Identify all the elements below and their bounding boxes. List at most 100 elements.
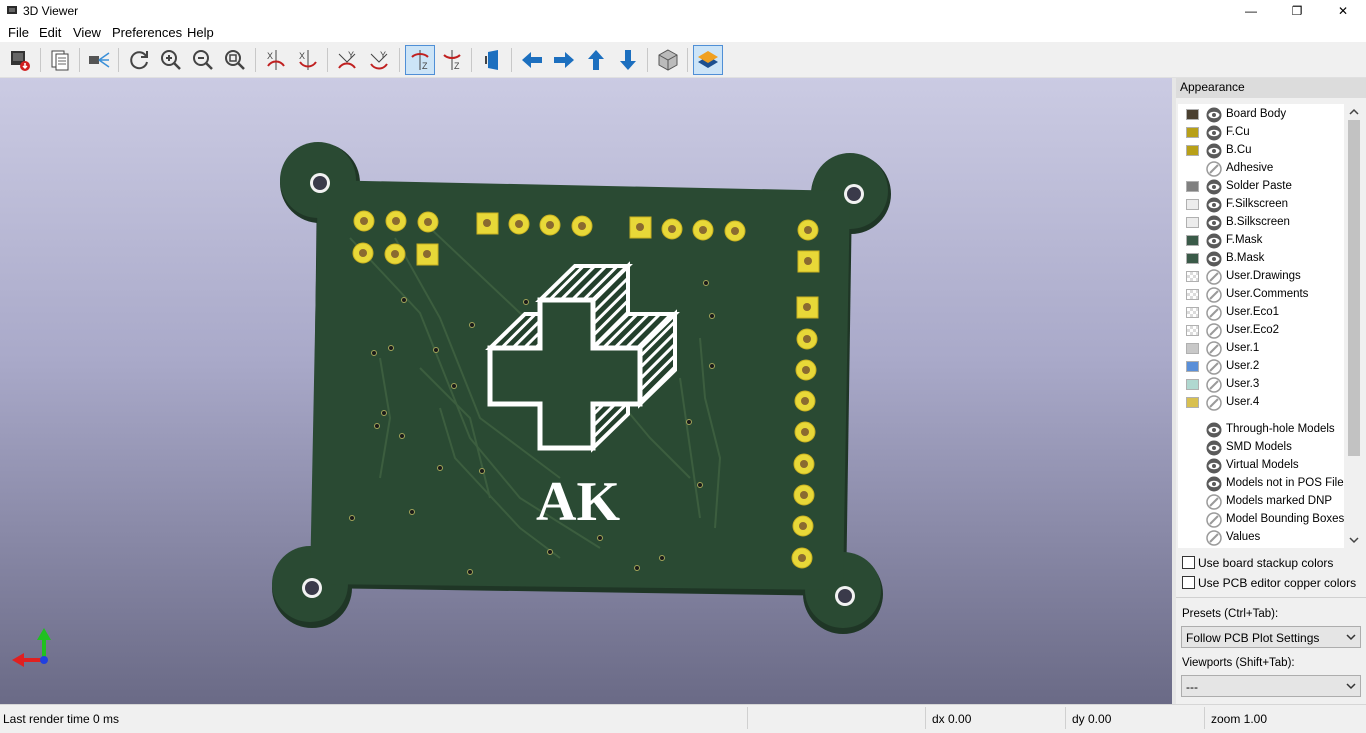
close-button[interactable]: ✕ (1320, 0, 1366, 22)
hidden-icon[interactable] (1206, 359, 1222, 375)
model-row[interactable]: Models marked DNP (1178, 493, 1344, 511)
layers-scrollbar[interactable] (1346, 104, 1362, 548)
pan-down-button[interactable] (613, 45, 643, 75)
scroll-up-icon[interactable] (1349, 107, 1359, 117)
rotate-z-ccw-button[interactable]: Z (437, 45, 467, 75)
layer-row[interactable]: User.3 (1178, 376, 1344, 394)
layer-row[interactable]: B.Mask (1178, 250, 1344, 268)
hidden-icon[interactable] (1206, 161, 1222, 177)
eye-icon[interactable] (1206, 215, 1222, 231)
eye-icon[interactable] (1206, 251, 1222, 267)
eye-icon[interactable] (1206, 476, 1222, 492)
layer-row[interactable]: Board Body (1178, 106, 1344, 124)
hidden-icon[interactable] (1206, 287, 1222, 303)
zoom-in-button[interactable] (156, 45, 186, 75)
model-row[interactable]: Models not in POS File (1178, 475, 1344, 493)
menu-view[interactable]: View (73, 25, 101, 40)
pan-left-button[interactable] (517, 45, 547, 75)
model-row[interactable]: Through-hole Models (1178, 421, 1344, 439)
layer-row[interactable]: Solder Paste (1178, 178, 1344, 196)
hidden-icon[interactable] (1206, 341, 1222, 357)
layer-color-swatch[interactable] (1186, 397, 1199, 408)
layer-row[interactable]: User.Comments (1178, 286, 1344, 304)
layer-color-swatch[interactable] (1186, 325, 1199, 336)
layer-row[interactable]: User.1 (1178, 340, 1344, 358)
rotate-z-cw-button[interactable]: Z (405, 45, 435, 75)
hidden-icon[interactable] (1206, 512, 1222, 528)
layer-color-swatch[interactable] (1186, 217, 1199, 228)
zoom-fit-button[interactable] (220, 45, 250, 75)
pan-right-button[interactable] (549, 45, 579, 75)
eye-icon[interactable] (1206, 233, 1222, 249)
presets-dropdown[interactable]: Follow PCB Plot Settings (1181, 626, 1361, 648)
layer-row[interactable]: User.Eco2 (1178, 322, 1344, 340)
raytrace-button[interactable] (84, 45, 114, 75)
pan-up-button[interactable] (581, 45, 611, 75)
layer-color-swatch[interactable] (1186, 343, 1199, 354)
layer-color-swatch[interactable] (1186, 145, 1199, 156)
maximize-button[interactable]: ❐ (1274, 0, 1320, 22)
layer-color-swatch[interactable] (1186, 361, 1199, 372)
use-board-stackup-colors-checkbox[interactable]: Use board stackup colors (1182, 555, 1362, 571)
hidden-icon[interactable] (1206, 377, 1222, 393)
hidden-icon[interactable] (1206, 323, 1222, 339)
layer-row[interactable]: B.Silkscreen (1178, 214, 1344, 232)
layer-color-swatch[interactable] (1186, 199, 1199, 210)
rotate-y-ccw-button[interactable]: Y (364, 45, 394, 75)
scrollbar-thumb[interactable] (1348, 120, 1360, 456)
hidden-icon[interactable] (1206, 395, 1222, 411)
menu-preferences[interactable]: Preferences (112, 25, 182, 40)
model-row[interactable]: SMD Models (1178, 439, 1344, 457)
hidden-icon[interactable] (1206, 269, 1222, 285)
layer-color-swatch[interactable] (1186, 307, 1199, 318)
layer-color-swatch[interactable] (1186, 271, 1199, 282)
eye-icon[interactable] (1206, 179, 1222, 195)
model-row[interactable]: Virtual Models (1178, 457, 1344, 475)
layer-row[interactable]: User.2 (1178, 358, 1344, 376)
model-row[interactable]: Model Bounding Boxes (1178, 511, 1344, 529)
rotate-y-cw-button[interactable]: Y (332, 45, 362, 75)
hidden-icon[interactable] (1206, 305, 1222, 321)
reload-button[interactable] (124, 45, 154, 75)
eye-icon[interactable] (1206, 440, 1222, 456)
eye-icon[interactable] (1206, 107, 1222, 123)
layer-color-swatch[interactable] (1186, 253, 1199, 264)
rotate-x-cw-button[interactable]: X (261, 45, 291, 75)
use-pcb-copper-colors-checkbox[interactable]: Use PCB editor copper colors (1182, 575, 1362, 591)
layer-row[interactable]: F.Mask (1178, 232, 1344, 250)
flip-board-button[interactable] (477, 45, 507, 75)
layers-manager-button[interactable] (693, 45, 723, 75)
layer-color-swatch[interactable] (1186, 127, 1199, 138)
3d-viewport[interactable]: AK (0, 78, 1172, 704)
zoom-out-button[interactable] (188, 45, 218, 75)
ortho-view-button[interactable] (653, 45, 683, 75)
layer-row[interactable]: F.Silkscreen (1178, 196, 1344, 214)
eye-icon[interactable] (1206, 125, 1222, 141)
layer-row[interactable]: User.Eco1 (1178, 304, 1344, 322)
layer-color-swatch[interactable] (1186, 181, 1199, 192)
eye-icon[interactable] (1206, 143, 1222, 159)
menu-edit[interactable]: Edit (39, 25, 61, 40)
hidden-icon[interactable] (1206, 494, 1222, 510)
layer-color-swatch[interactable] (1186, 109, 1199, 120)
layer-row[interactable]: B.Cu (1178, 142, 1344, 160)
layer-color-swatch[interactable] (1186, 289, 1199, 300)
eye-icon[interactable] (1206, 197, 1222, 213)
copy-clipboard-button[interactable] (45, 45, 75, 75)
layer-row[interactable]: Adhesive (1178, 160, 1344, 178)
render-export-button[interactable] (5, 45, 35, 75)
menu-file[interactable]: File (8, 25, 29, 40)
menu-help[interactable]: Help (187, 25, 214, 40)
eye-icon[interactable] (1206, 458, 1222, 474)
minimize-button[interactable]: — (1228, 0, 1274, 22)
layer-color-swatch[interactable] (1186, 235, 1199, 246)
layer-row[interactable]: User.Drawings (1178, 268, 1344, 286)
layer-color-swatch[interactable] (1186, 379, 1199, 390)
layer-row[interactable]: User.4 (1178, 394, 1344, 412)
viewports-dropdown[interactable]: --- (1181, 675, 1361, 697)
hidden-icon[interactable] (1206, 530, 1222, 546)
model-row[interactable]: Values (1178, 529, 1344, 547)
layer-row[interactable]: F.Cu (1178, 124, 1344, 142)
scroll-down-icon[interactable] (1349, 535, 1359, 545)
eye-icon[interactable] (1206, 422, 1222, 438)
